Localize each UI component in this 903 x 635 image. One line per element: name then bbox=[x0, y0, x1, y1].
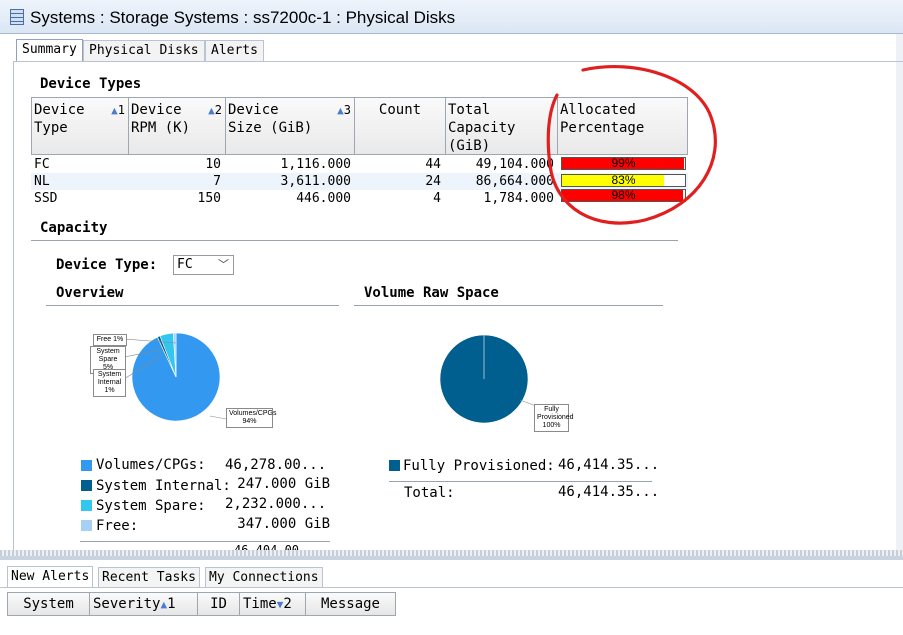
pie-slices bbox=[131, 332, 221, 422]
legend-value: 46,414.35... bbox=[558, 457, 660, 473]
cell-rpm: 10 bbox=[205, 157, 221, 172]
legend-value: 46,278.00... bbox=[225, 457, 327, 473]
col-severity[interactable]: Severity▲1 bbox=[90, 593, 198, 615]
cell-rpm: 7 bbox=[213, 174, 221, 189]
divider bbox=[389, 481, 652, 482]
col-count[interactable]: Count bbox=[355, 98, 446, 154]
sort-ascending-icon: ▲ bbox=[337, 104, 344, 117]
tab-new-alerts[interactable]: New Alerts bbox=[7, 566, 94, 587]
tab-physical-disks[interactable]: Physical Disks bbox=[83, 40, 205, 62]
cell-count: 24 bbox=[425, 174, 441, 189]
legend-label: System Internal: bbox=[96, 478, 231, 494]
legend-label: System Spare: bbox=[96, 498, 206, 514]
raw-space-title: Volume Raw Space bbox=[364, 285, 499, 301]
system-internal-callout: System Internal 1% bbox=[93, 369, 126, 397]
free-callout: Free 1% bbox=[93, 334, 127, 346]
col-device-type[interactable]: Device Type ▲1 bbox=[32, 98, 129, 154]
sort-order: 2 bbox=[283, 596, 292, 612]
tab-my-connections[interactable]: My Connections bbox=[205, 567, 323, 588]
cell-size: 3,611.000 bbox=[280, 174, 351, 189]
divider bbox=[354, 305, 663, 306]
col-label: Size (GiB) bbox=[228, 120, 313, 136]
sort-indicator: ▲3 bbox=[337, 101, 351, 120]
cell-count: 4 bbox=[433, 191, 441, 206]
divider bbox=[0, 587, 903, 588]
col-system[interactable]: System bbox=[8, 593, 90, 615]
sort-ascending-icon: ▲ bbox=[208, 104, 215, 117]
cell-type: SSD bbox=[34, 191, 58, 206]
sort-indicator: ▲2 bbox=[208, 101, 222, 120]
overview-title: Overview bbox=[56, 285, 124, 301]
cell-size: 1,116.000 bbox=[280, 157, 351, 172]
cell-type: FC bbox=[34, 157, 50, 172]
col-label: Device bbox=[228, 102, 279, 118]
device-type-label: Device Type: bbox=[56, 257, 158, 273]
sort-order: 3 bbox=[343, 103, 351, 117]
sort-order: 2 bbox=[214, 103, 222, 117]
chevron-down-icon: ﹀ bbox=[218, 258, 229, 271]
capacity-title: Capacity bbox=[40, 220, 108, 236]
tab-recent-tasks[interactable]: Recent Tasks bbox=[98, 567, 200, 588]
device-type-select[interactable]: FC ﹀ bbox=[173, 255, 234, 275]
cell-count: 44 bbox=[425, 157, 441, 172]
cell-size: 446.000 bbox=[296, 191, 351, 206]
device-type-value: FC bbox=[177, 257, 193, 272]
divider bbox=[31, 240, 678, 241]
window-title-bar: Systems : Storage Systems : ss7200c-1 : … bbox=[0, 0, 903, 34]
col-label: Count bbox=[378, 102, 422, 118]
tab-summary[interactable]: Summary bbox=[16, 39, 83, 61]
legend-swatch bbox=[389, 460, 400, 471]
sort-order: 1 bbox=[167, 596, 176, 612]
tab-alerts[interactable]: Alerts bbox=[205, 40, 264, 62]
legend-value: 347.000 GiB bbox=[237, 516, 330, 532]
legend-swatch bbox=[81, 520, 92, 531]
divider bbox=[46, 305, 339, 306]
window-title: Systems : Storage Systems : ss7200c-1 : … bbox=[30, 8, 456, 27]
col-label: RPM (K) bbox=[131, 120, 191, 136]
raw-total-label: Total: bbox=[404, 485, 455, 501]
col-label: Time bbox=[243, 596, 277, 612]
col-label: Type bbox=[34, 120, 68, 136]
col-time[interactable]: Time▼2 bbox=[240, 593, 306, 615]
legend-swatch bbox=[81, 500, 92, 511]
raw-total-value: 46,414.35... bbox=[558, 484, 660, 500]
col-message[interactable]: Message bbox=[306, 593, 395, 615]
cell-rpm: 150 bbox=[197, 191, 221, 206]
sort-ascending-icon: ▲ bbox=[111, 104, 118, 117]
pie-slices bbox=[439, 334, 529, 424]
cell-type: NL bbox=[34, 174, 50, 189]
legend-swatch bbox=[81, 460, 92, 471]
legend-label: Fully Provisioned: bbox=[403, 458, 555, 474]
col-id[interactable]: ID bbox=[198, 593, 240, 615]
col-device-rpm[interactable]: Device RPM (K) ▲2 bbox=[129, 98, 226, 154]
callout-leader bbox=[209, 415, 227, 420]
storage-system-icon bbox=[10, 9, 24, 25]
divider bbox=[80, 541, 330, 542]
col-device-size[interactable]: Device Size (GiB) ▲3 bbox=[226, 98, 355, 154]
col-label: Severity bbox=[93, 596, 161, 612]
alerts-table-header: System Severity▲1 ID Time▼2 Message bbox=[7, 592, 396, 616]
sort-indicator: ▲1 bbox=[111, 101, 125, 120]
legend-label: Free: bbox=[96, 518, 139, 534]
sort-order: 1 bbox=[117, 103, 125, 117]
fully-provisioned-callout: Fully Provisioned 100% bbox=[534, 404, 574, 432]
device-types-title: Device Types bbox=[40, 76, 142, 92]
volumes-callout: Volumes/CPGs 94% bbox=[226, 408, 276, 428]
legend-value: 2,232.000... bbox=[225, 496, 327, 512]
annotation-circle bbox=[546, 65, 717, 225]
annotation-stroke bbox=[546, 65, 717, 225]
legend-label: Volumes/CPGs: bbox=[96, 457, 206, 473]
legend-swatch bbox=[81, 480, 92, 491]
legend-value: 247.000 GiB bbox=[237, 476, 330, 492]
